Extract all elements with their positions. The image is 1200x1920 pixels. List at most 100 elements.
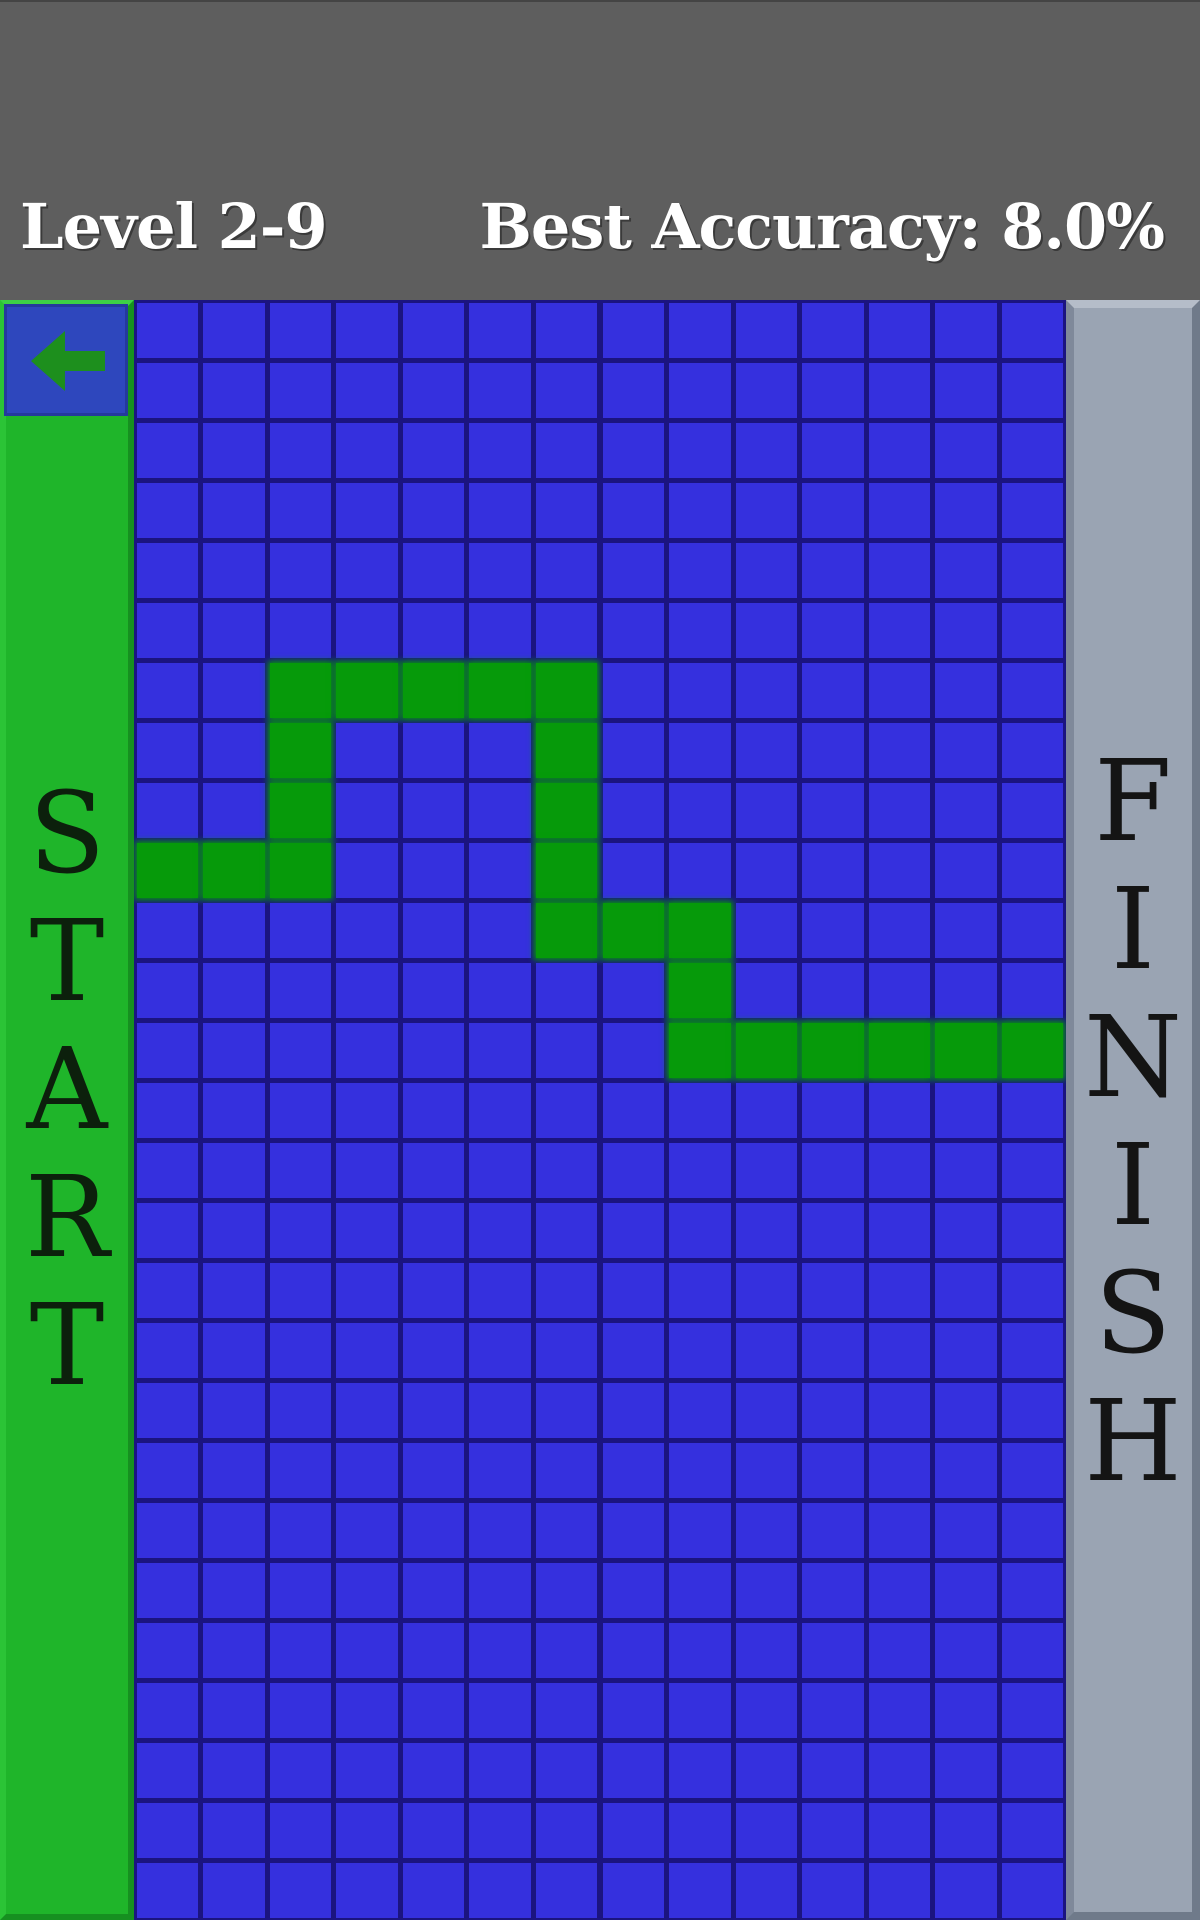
grid-cell[interactable] — [402, 1322, 465, 1378]
grid-cell[interactable] — [336, 1142, 398, 1198]
grid-cell[interactable] — [1001, 1202, 1064, 1258]
grid-cell[interactable] — [802, 362, 864, 418]
grid-cell[interactable] — [535, 1442, 598, 1498]
grid-cell[interactable] — [935, 1742, 997, 1798]
grid-cell[interactable] — [669, 1622, 731, 1678]
grid-cell[interactable] — [136, 302, 199, 358]
grid-cell[interactable] — [402, 1562, 465, 1618]
grid-cell[interactable] — [802, 602, 864, 658]
grid-cell[interactable] — [802, 1382, 864, 1438]
grid-cell[interactable] — [602, 302, 665, 358]
path-cell[interactable] — [269, 842, 332, 898]
grid-cell[interactable] — [669, 422, 731, 478]
grid-cell[interactable] — [203, 1082, 265, 1138]
grid-cell[interactable] — [269, 1202, 332, 1258]
grid-cell[interactable] — [402, 602, 465, 658]
grid-cell[interactable] — [336, 1022, 398, 1078]
grid-cell[interactable] — [1001, 1682, 1064, 1738]
grid-cell[interactable] — [1001, 1742, 1064, 1798]
grid-cell[interactable] — [336, 1802, 398, 1858]
grid-cell[interactable] — [402, 1022, 465, 1078]
grid-cell[interactable] — [868, 1502, 931, 1558]
grid-cell[interactable] — [136, 422, 199, 478]
grid-cell[interactable] — [269, 962, 332, 1018]
grid-cell[interactable] — [669, 362, 731, 418]
grid-cell[interactable] — [136, 482, 199, 538]
grid-cell[interactable] — [868, 1562, 931, 1618]
grid-cell[interactable] — [1001, 722, 1064, 778]
grid-cell[interactable] — [602, 1382, 665, 1438]
grid-cell[interactable] — [469, 1742, 531, 1798]
grid-cell[interactable] — [802, 1142, 864, 1198]
path-cell[interactable] — [336, 662, 398, 718]
grid-cell[interactable] — [535, 1262, 598, 1318]
grid-cell[interactable] — [935, 902, 997, 958]
grid-cell[interactable] — [868, 1442, 931, 1498]
grid-cell[interactable] — [469, 422, 531, 478]
grid-cell[interactable] — [669, 1742, 731, 1798]
grid-cell[interactable] — [269, 482, 332, 538]
grid-cell[interactable] — [669, 1442, 731, 1498]
grid-cell[interactable] — [469, 962, 531, 1018]
grid-cell[interactable] — [336, 482, 398, 538]
grid-cell[interactable] — [602, 722, 665, 778]
grid-cell[interactable] — [336, 1742, 398, 1798]
path-cell[interactable] — [269, 782, 332, 838]
path-cell[interactable] — [602, 902, 665, 958]
grid-cell[interactable] — [469, 482, 531, 538]
grid-cell[interactable] — [535, 1802, 598, 1858]
grid-cell[interactable] — [868, 1202, 931, 1258]
grid-cell[interactable] — [802, 722, 864, 778]
grid-cell[interactable] — [868, 1682, 931, 1738]
grid-cell[interactable] — [336, 782, 398, 838]
grid-cell[interactable] — [868, 842, 931, 898]
grid-cell[interactable] — [469, 1682, 531, 1738]
grid-cell[interactable] — [868, 962, 931, 1018]
grid-cell[interactable] — [935, 1142, 997, 1198]
grid-cell[interactable] — [203, 362, 265, 418]
grid-cell[interactable] — [269, 902, 332, 958]
grid-cell[interactable] — [203, 1262, 265, 1318]
grid-cell[interactable] — [402, 1502, 465, 1558]
grid-cell[interactable] — [1001, 1562, 1064, 1618]
grid-cell[interactable] — [669, 1802, 731, 1858]
grid-cell[interactable] — [136, 1682, 199, 1738]
grid-cell[interactable] — [336, 1262, 398, 1318]
grid-cell[interactable] — [935, 602, 997, 658]
grid-cell[interactable] — [336, 962, 398, 1018]
grid-cell[interactable] — [602, 1562, 665, 1618]
grid-cell[interactable] — [1001, 1802, 1064, 1858]
grid-cell[interactable] — [535, 1322, 598, 1378]
grid-cell[interactable] — [402, 902, 465, 958]
grid-cell[interactable] — [269, 1382, 332, 1438]
grid-cell[interactable] — [868, 662, 931, 718]
grid-cell[interactable] — [469, 1082, 531, 1138]
back-button[interactable] — [4, 304, 128, 416]
grid-cell[interactable] — [868, 722, 931, 778]
grid-cell[interactable] — [868, 1862, 931, 1918]
grid-cell[interactable] — [669, 782, 731, 838]
grid-cell[interactable] — [203, 1202, 265, 1258]
grid-cell[interactable] — [602, 1142, 665, 1198]
grid-cell[interactable] — [336, 1622, 398, 1678]
grid-cell[interactable] — [535, 422, 598, 478]
grid-cell[interactable] — [802, 1802, 864, 1858]
grid-cell[interactable] — [735, 962, 798, 1018]
grid-cell[interactable] — [535, 1622, 598, 1678]
grid-cell[interactable] — [868, 302, 931, 358]
grid-cell[interactable] — [535, 1682, 598, 1738]
grid-cell[interactable] — [269, 1622, 332, 1678]
grid-cell[interactable] — [469, 1442, 531, 1498]
grid-cell[interactable] — [1001, 662, 1064, 718]
grid-cell[interactable] — [469, 902, 531, 958]
grid-cell[interactable] — [868, 1082, 931, 1138]
grid-cell[interactable] — [735, 1742, 798, 1798]
grid-cell[interactable] — [935, 1802, 997, 1858]
grid-cell[interactable] — [203, 1022, 265, 1078]
grid-cell[interactable] — [868, 362, 931, 418]
grid-cell[interactable] — [1001, 602, 1064, 658]
grid-cell[interactable] — [802, 1562, 864, 1618]
grid-cell[interactable] — [1001, 302, 1064, 358]
grid-cell[interactable] — [535, 1202, 598, 1258]
grid-cell[interactable] — [203, 902, 265, 958]
